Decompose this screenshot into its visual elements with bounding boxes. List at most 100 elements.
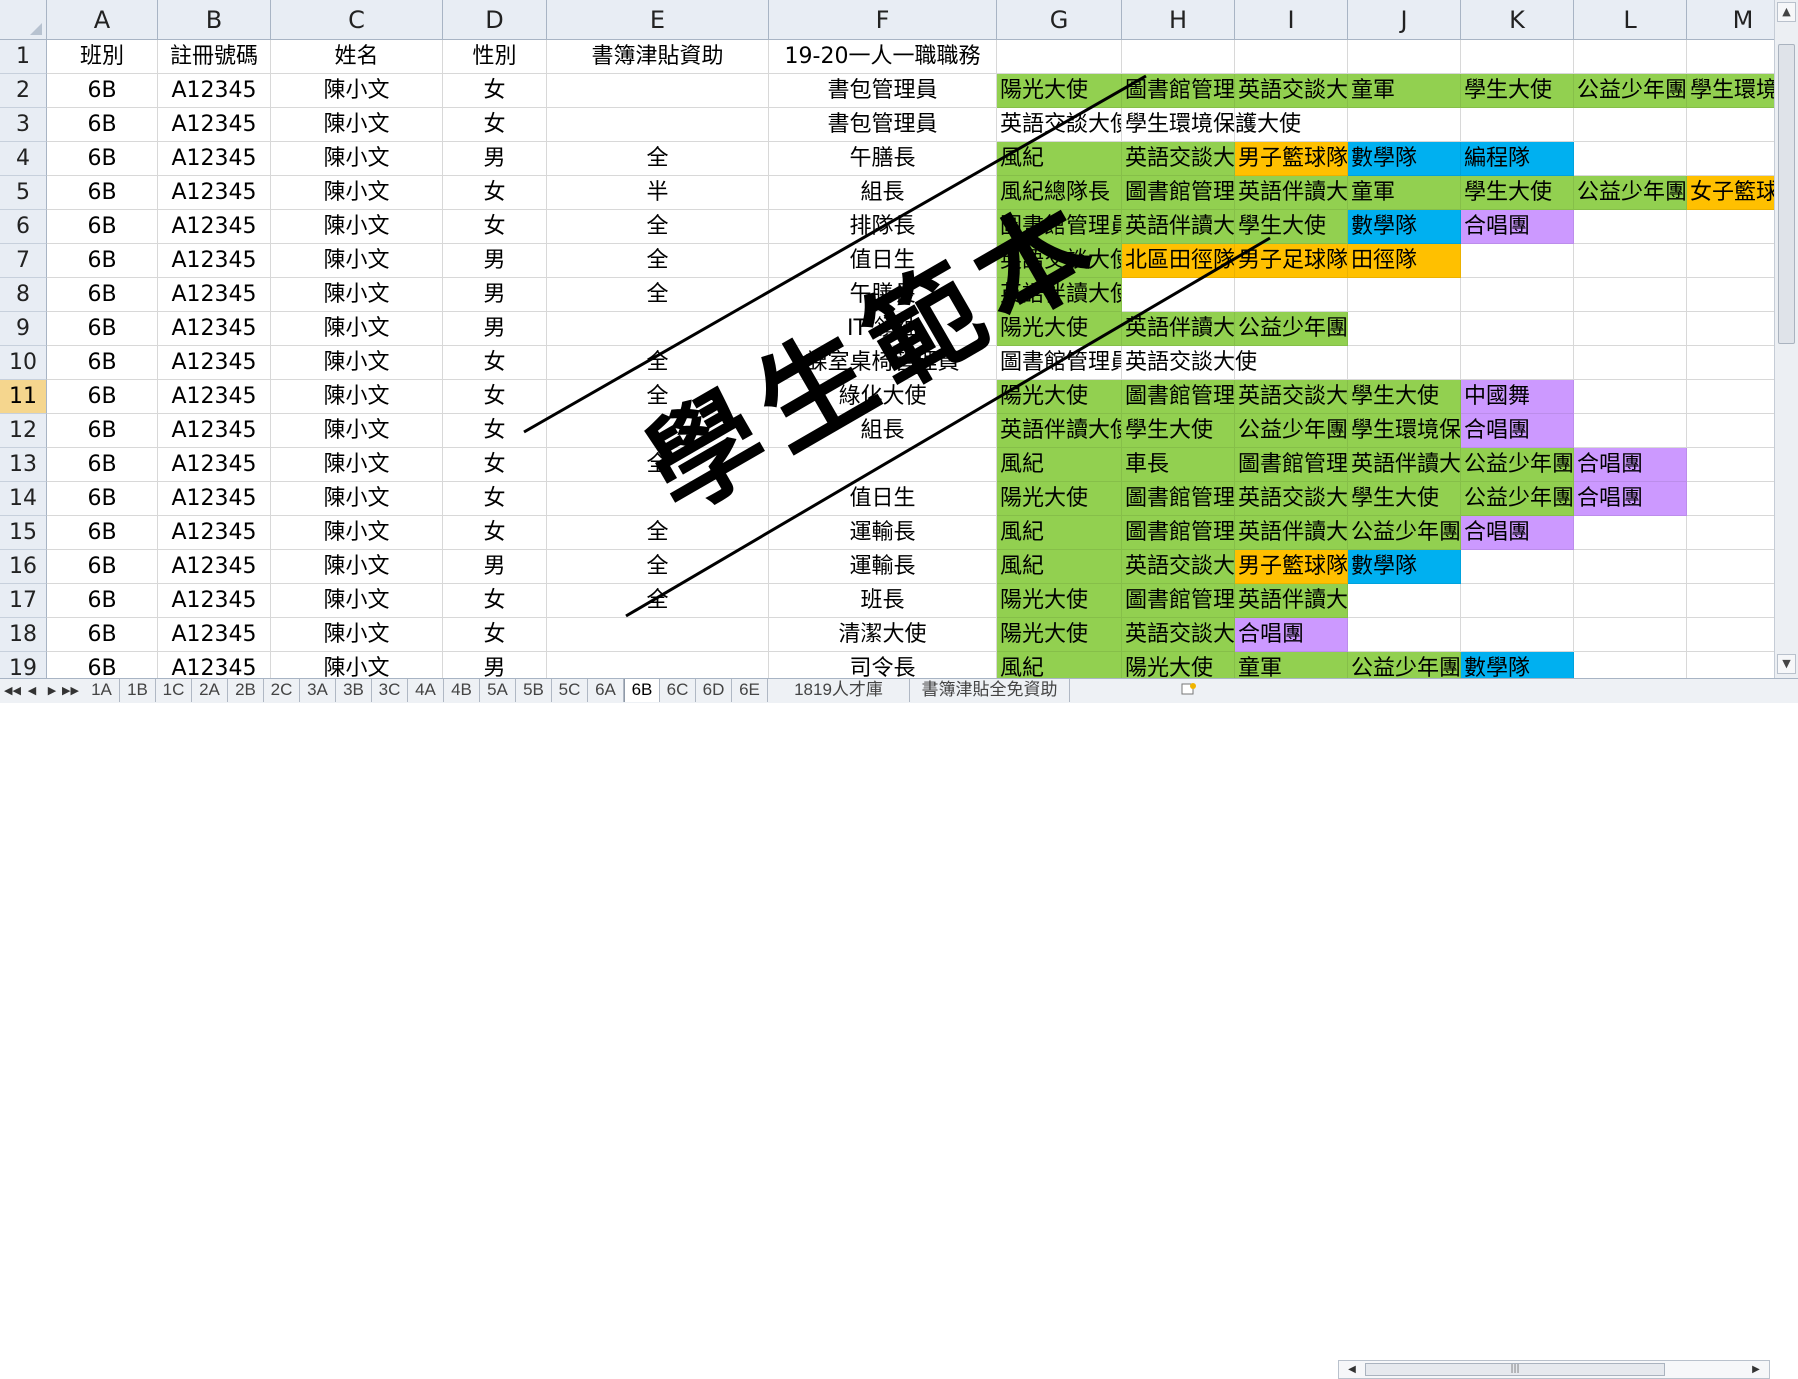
cell-e8[interactable]: 全 <box>547 278 769 312</box>
cell-l3[interactable] <box>1574 108 1687 142</box>
cell-h15[interactable]: 圖書館管理員 <box>1122 516 1235 550</box>
horizontal-scrollbar[interactable]: ◀ ||| ▶ <box>1338 1360 1770 1379</box>
cell-e1[interactable]: 書簿津貼資助 <box>547 40 769 74</box>
sheet-tab-20[interactable]: 1819人才庫 <box>768 679 910 702</box>
cell-j10[interactable] <box>1348 346 1461 380</box>
scroll-up-button[interactable]: ▲ <box>1777 2 1796 22</box>
cell-j1[interactable] <box>1348 40 1461 74</box>
cell-c12[interactable]: 陳小文 <box>271 414 443 448</box>
row-header-7[interactable]: 7 <box>0 244 47 278</box>
cell-b14[interactable]: A12345 <box>158 482 271 516</box>
cell-a3[interactable]: 6B <box>47 108 158 142</box>
cell-i12[interactable]: 公益少年團 <box>1235 414 1348 448</box>
scroll-down-button[interactable]: ▼ <box>1777 654 1796 674</box>
cell-f14[interactable]: 值日生 <box>769 482 997 516</box>
cell-d19[interactable]: 男 <box>443 652 547 678</box>
cell-j3[interactable] <box>1348 108 1461 142</box>
cell-a10[interactable]: 6B <box>47 346 158 380</box>
column-header-c[interactable]: C <box>271 0 443 40</box>
sheet-tab-17[interactable]: 6C <box>660 679 696 702</box>
cell-j15[interactable]: 公益少年團 <box>1348 516 1461 550</box>
cell-h16[interactable]: 英語交談大使 <box>1122 550 1235 584</box>
cell-c5[interactable]: 陳小文 <box>271 176 443 210</box>
cell-k15[interactable]: 合唱團 <box>1461 516 1574 550</box>
cell-d7[interactable]: 男 <box>443 244 547 278</box>
cell-k11[interactable]: 中國舞 <box>1461 380 1574 414</box>
row-header-19[interactable]: 19 <box>0 652 47 678</box>
cell-k2[interactable]: 學生大使 <box>1461 74 1574 108</box>
cell-f15[interactable]: 運輸長 <box>769 516 997 550</box>
sheet-tab-19[interactable]: 6E <box>732 679 768 702</box>
column-header-d[interactable]: D <box>443 0 547 40</box>
cell-e3[interactable] <box>547 108 769 142</box>
cell-i14[interactable]: 英語交談大使 <box>1235 482 1348 516</box>
cell-e11[interactable]: 全 <box>547 380 769 414</box>
cell-m8[interactable] <box>1687 278 1774 312</box>
row-header-11[interactable]: 11 <box>0 380 47 414</box>
cell-l6[interactable] <box>1574 210 1687 244</box>
cell-j7[interactable]: 田徑隊 <box>1348 244 1461 278</box>
row-header-3[interactable]: 3 <box>0 108 47 142</box>
cell-b6[interactable]: A12345 <box>158 210 271 244</box>
cell-c6[interactable]: 陳小文 <box>271 210 443 244</box>
cell-m10[interactable] <box>1687 346 1774 380</box>
cell-d16[interactable]: 男 <box>443 550 547 584</box>
cell-m18[interactable] <box>1687 618 1774 652</box>
cell-k18[interactable] <box>1461 618 1574 652</box>
cell-e14[interactable] <box>547 482 769 516</box>
cell-m14[interactable] <box>1687 482 1774 516</box>
cell-f1[interactable]: 19-20一人一職職務 <box>769 40 997 74</box>
cell-i18[interactable]: 合唱團 <box>1235 618 1348 652</box>
cell-g4[interactable]: 風紀 <box>997 142 1122 176</box>
cell-h9[interactable]: 英語伴讀大使 <box>1122 312 1235 346</box>
cell-c3[interactable]: 陳小文 <box>271 108 443 142</box>
cell-j9[interactable] <box>1348 312 1461 346</box>
cell-g10[interactable]: 圖書館管理員 <box>997 346 1122 380</box>
cell-d10[interactable]: 女 <box>443 346 547 380</box>
cell-m5[interactable]: 女子籃球隊 <box>1687 176 1774 210</box>
sheet-tab-13[interactable]: 5B <box>516 679 552 702</box>
cell-e4[interactable]: 全 <box>547 142 769 176</box>
cell-k19[interactable]: 數學隊 <box>1461 652 1574 678</box>
cell-l15[interactable] <box>1574 516 1687 550</box>
cell-f8[interactable]: 午膳長 <box>769 278 997 312</box>
column-header-j[interactable]: J <box>1348 0 1461 40</box>
cell-a19[interactable]: 6B <box>47 652 158 678</box>
cell-f2[interactable]: 書包管理員 <box>769 74 997 108</box>
cell-k12[interactable]: 合唱團 <box>1461 414 1574 448</box>
cell-m11[interactable] <box>1687 380 1774 414</box>
cell-i19[interactable]: 童軍 <box>1235 652 1348 678</box>
cell-c14[interactable]: 陳小文 <box>271 482 443 516</box>
column-header-i[interactable]: I <box>1235 0 1348 40</box>
sheet-tab-18[interactable]: 6D <box>696 679 732 702</box>
cell-i4[interactable]: 男子籃球隊 <box>1235 142 1348 176</box>
row-header-14[interactable]: 14 <box>0 482 47 516</box>
cell-b3[interactable]: A12345 <box>158 108 271 142</box>
cell-m12[interactable] <box>1687 414 1774 448</box>
cell-j18[interactable] <box>1348 618 1461 652</box>
cell-f6[interactable]: 排隊長 <box>769 210 997 244</box>
cell-e17[interactable]: 全 <box>547 584 769 618</box>
cell-d4[interactable]: 男 <box>443 142 547 176</box>
column-header-m[interactable]: M <box>1687 0 1774 40</box>
cell-f10[interactable]: 課室桌椅管理員 <box>769 346 997 380</box>
cell-b18[interactable]: A12345 <box>158 618 271 652</box>
cell-m2[interactable]: 學生環境保護大使 <box>1687 74 1774 108</box>
cell-h14[interactable]: 圖書館管理員 <box>1122 482 1235 516</box>
cell-a15[interactable]: 6B <box>47 516 158 550</box>
column-header-f[interactable]: F <box>769 0 997 40</box>
cell-h7[interactable]: 北區田徑隊 <box>1122 244 1235 278</box>
column-header-a[interactable]: A <box>47 0 158 40</box>
cell-a12[interactable]: 6B <box>47 414 158 448</box>
cell-d6[interactable]: 女 <box>443 210 547 244</box>
cell-b2[interactable]: A12345 <box>158 74 271 108</box>
cell-l16[interactable] <box>1574 550 1687 584</box>
cell-i7[interactable]: 男子足球隊 <box>1235 244 1348 278</box>
row-header-4[interactable]: 4 <box>0 142 47 176</box>
cell-l18[interactable] <box>1574 618 1687 652</box>
cell-d15[interactable]: 女 <box>443 516 547 550</box>
cell-a13[interactable]: 6B <box>47 448 158 482</box>
cell-g15[interactable]: 風紀 <box>997 516 1122 550</box>
cell-f18[interactable]: 清潔大使 <box>769 618 997 652</box>
cell-f17[interactable]: 班長 <box>769 584 997 618</box>
